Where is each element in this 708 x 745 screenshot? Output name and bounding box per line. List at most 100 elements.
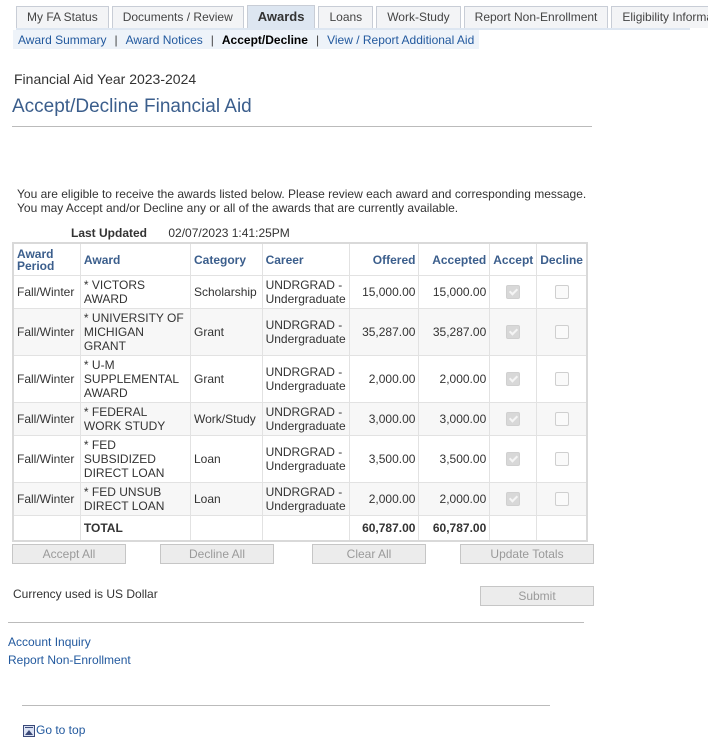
accept-checkbox[interactable] xyxy=(506,452,521,467)
category-cell: Grant xyxy=(190,355,263,403)
accept-checkbox-cell xyxy=(489,435,538,483)
go-to-top-icon xyxy=(23,725,35,737)
divider xyxy=(8,622,584,623)
tab-loans[interactable]: Loans xyxy=(318,6,374,28)
award-period-cell: Fall/Winter xyxy=(12,355,81,403)
go-to-top-link[interactable]: Go to top xyxy=(23,723,85,737)
currency-note: Currency used is US Dollar xyxy=(13,587,158,601)
sub-navigation: Award Summary | Award Notices | Accept/D… xyxy=(13,30,480,49)
table-row: Fall/Winter * FEDERAL WORK STUDY Work/Stud… xyxy=(12,402,588,436)
tab-report-non-enrollment[interactable]: Report Non-Enrollment xyxy=(463,6,609,28)
header-award: Award xyxy=(79,242,192,276)
award-period-cell: Fall/Winter xyxy=(12,402,81,436)
accepted-amount-cell: 3,500.00 xyxy=(418,435,491,483)
last-updated: Last Updated 02/07/2023 1:41:25PM xyxy=(71,226,290,240)
divider xyxy=(12,126,592,127)
awards-table: Award Period Award Category Career Offer… xyxy=(12,242,588,542)
total-offered: 60,787.00 xyxy=(348,515,420,542)
decline-all-button[interactable]: Decline All xyxy=(160,544,274,564)
accept-checkbox-cell xyxy=(489,308,538,356)
award-name-cell: * VICTORS AWARD xyxy=(79,275,192,309)
decline-checkbox-cell xyxy=(536,275,588,309)
decline-checkbox-cell xyxy=(536,435,588,483)
update-totals-button[interactable]: Update Totals xyxy=(460,544,594,564)
decline-checkbox[interactable] xyxy=(554,412,569,427)
career-cell: UNDRGRAD - Undergraduate xyxy=(261,435,350,483)
intro-text: You are eligible to receive the awards l… xyxy=(17,187,607,215)
decline-checkbox[interactable] xyxy=(554,372,569,387)
award-period-cell: Fall/Winter xyxy=(12,275,81,309)
award-period-cell: Fall/Winter xyxy=(12,482,81,516)
table-row: Fall/Winter * FED UNSUB DIRECT LOAN Loan UN… xyxy=(12,482,588,516)
accepted-amount-cell: 3,000.00 xyxy=(418,402,491,436)
subnav-view-report-additional-aid[interactable]: View / Report Additional Aid xyxy=(327,33,474,47)
tab-bar: My FA Status Documents / Review Awards L… xyxy=(16,5,708,28)
subnav-separator: | xyxy=(210,32,214,47)
decline-checkbox-cell xyxy=(536,355,588,403)
award-period-cell: Fall/Winter xyxy=(12,308,81,356)
tab-documents-review[interactable]: Documents / Review xyxy=(111,6,244,28)
category-cell: Work/Study xyxy=(190,402,263,436)
accept-checkbox-cell xyxy=(489,482,538,516)
accept-checkbox-cell xyxy=(489,275,538,309)
table-row: Fall/Winter * VICTORS AWARD Scholarship UND… xyxy=(12,275,588,309)
subnav-accept-decline[interactable]: Accept/Decline xyxy=(222,33,308,47)
decline-checkbox[interactable] xyxy=(554,492,569,507)
tab-work-study[interactable]: Work-Study xyxy=(376,6,461,28)
career-cell: UNDRGRAD - Undergraduate xyxy=(261,355,350,403)
report-non-enrollment-link[interactable]: Report Non-Enrollment xyxy=(8,653,131,667)
offered-amount-cell: 3,000.00 xyxy=(348,402,420,436)
decline-checkbox-cell xyxy=(536,402,588,436)
header-decline: Decline xyxy=(536,242,588,276)
accept-checkbox[interactable] xyxy=(506,285,521,300)
divider xyxy=(22,705,550,706)
subnav-award-summary[interactable]: Award Summary xyxy=(18,33,106,47)
category-cell: Loan xyxy=(190,435,263,483)
award-name-cell: * FED UNSUB DIRECT LOAN xyxy=(79,482,192,516)
accept-checkbox-cell xyxy=(489,402,538,436)
offered-amount-cell: 2,000.00 xyxy=(348,355,420,403)
decline-checkbox[interactable] xyxy=(554,285,569,300)
decline-checkbox[interactable] xyxy=(554,452,569,467)
total-row: TOTAL 60,787.00 60,787.00 xyxy=(12,515,588,542)
page-title: Accept/Decline Financial Aid xyxy=(12,96,252,117)
career-cell: UNDRGRAD - Undergraduate xyxy=(261,402,350,436)
accept-checkbox[interactable] xyxy=(506,492,521,507)
account-inquiry-link[interactable]: Account Inquiry xyxy=(8,635,91,649)
award-name-cell: * FED SUBSIDIZED DIRECT LOAN xyxy=(79,435,192,483)
award-name-cell: * FEDERAL WORK STUDY xyxy=(79,402,192,436)
accepted-amount-cell: 15,000.00 xyxy=(418,275,491,309)
decline-checkbox-cell xyxy=(536,308,588,356)
subnav-award-notices[interactable]: Award Notices xyxy=(126,33,203,47)
table-row: Fall/Winter * U-M SUPPLEMENTAL AWARD Grant… xyxy=(12,355,588,403)
accept-checkbox[interactable] xyxy=(506,372,521,387)
tab-my-fa-status[interactable]: My FA Status xyxy=(16,6,109,28)
accept-all-button[interactable]: Accept All xyxy=(12,544,126,564)
offered-amount-cell: 35,287.00 xyxy=(348,308,420,356)
accept-checkbox[interactable] xyxy=(506,412,521,427)
accept-checkbox[interactable] xyxy=(506,325,521,340)
header-award-period: Award Period xyxy=(12,242,81,276)
clear-all-button[interactable]: Clear All xyxy=(312,544,426,564)
tab-awards[interactable]: Awards xyxy=(246,5,316,28)
tab-eligibility-information[interactable]: Eligibility Information xyxy=(611,6,708,28)
award-period-cell: Fall/Winter xyxy=(12,435,81,483)
decline-checkbox-cell xyxy=(536,482,588,516)
header-category: Category xyxy=(190,242,263,276)
accept-checkbox-cell xyxy=(489,355,538,403)
accepted-amount-cell: 2,000.00 xyxy=(418,482,491,516)
header-career: Career xyxy=(261,242,350,276)
header-accepted: Accepted xyxy=(418,242,491,276)
table-header-row: Award Period Award Category Career Offer… xyxy=(12,242,588,276)
award-name-cell: * U-M SUPPLEMENTAL AWARD xyxy=(79,355,192,403)
category-cell: Scholarship xyxy=(190,275,263,309)
decline-checkbox[interactable] xyxy=(554,325,569,340)
submit-button[interactable]: Submit xyxy=(480,586,594,606)
header-accept: Accept xyxy=(489,242,538,276)
total-accepted: 60,787.00 xyxy=(418,515,491,542)
subnav-separator: | xyxy=(114,32,118,47)
offered-amount-cell: 2,000.00 xyxy=(348,482,420,516)
go-to-top-label[interactable]: Go to top xyxy=(36,723,85,737)
category-cell: Loan xyxy=(190,482,263,516)
career-cell: UNDRGRAD - Undergraduate xyxy=(261,482,350,516)
